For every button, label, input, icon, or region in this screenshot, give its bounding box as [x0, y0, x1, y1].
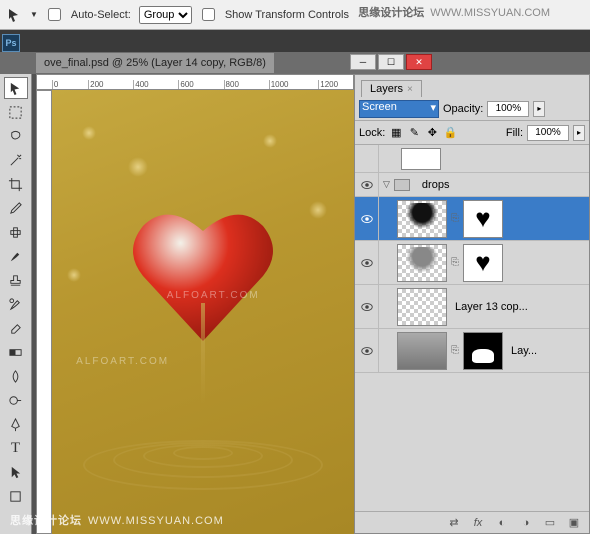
window-minimize[interactable]: ─ — [350, 54, 376, 70]
shape-tool[interactable] — [4, 485, 28, 507]
eraser-tool[interactable] — [4, 317, 28, 339]
crop-tool[interactable] — [4, 173, 28, 195]
visibility-toggle[interactable] — [355, 241, 379, 284]
layer-group-row[interactable]: ▽ drops — [355, 173, 589, 197]
layer-name[interactable]: Lay... — [505, 345, 543, 357]
layers-panel: Layers× Screen ▾ Opacity: 100% ▸ Lock: ▦… — [354, 74, 590, 534]
ruler-vertical[interactable] — [36, 90, 52, 534]
layer-thumbnail[interactable] — [397, 332, 447, 370]
layer-mask-thumbnail[interactable]: ♥ — [463, 244, 503, 282]
ruler-horizontal[interactable]: 0 200 400 600 800 1000 1200 — [36, 74, 354, 90]
opacity-value[interactable]: 100% — [487, 101, 529, 117]
link-icon: ⎘ — [451, 213, 459, 224]
marquee-tool[interactable] — [4, 101, 28, 123]
group-icon[interactable]: ▭ — [543, 516, 557, 530]
auto-select-checkbox[interactable] — [48, 8, 61, 21]
auto-select-label: Auto-Select: — [71, 9, 131, 21]
canvas-watermark-2: ALFOART.COM — [76, 356, 169, 367]
fill-flyout[interactable]: ▸ — [573, 125, 585, 141]
layers-list[interactable]: ▽ drops ⎘ ♥ ⎘ ♥ Layer 13 cop... — [355, 145, 589, 511]
opacity-flyout[interactable]: ▸ — [533, 101, 545, 117]
eyedropper-tool[interactable] — [4, 197, 28, 219]
app-icon-row: Ps — [0, 30, 590, 52]
document-tab-bar: ove_final.psd @ 25% (Layer 14 copy, RGB/… — [0, 52, 590, 74]
auto-select-target[interactable]: Group — [139, 6, 192, 24]
lock-position-icon[interactable]: ✥ — [425, 126, 439, 140]
folder-icon — [394, 179, 410, 191]
window-maximize[interactable]: ☐ — [378, 54, 404, 70]
link-layers-icon[interactable]: ⇄ — [447, 516, 461, 530]
layer-row[interactable]: Layer 13 cop... — [355, 285, 589, 329]
link-icon: ⎘ — [451, 345, 459, 356]
history-brush-tool[interactable] — [4, 293, 28, 315]
path-select-tool[interactable] — [4, 461, 28, 483]
fx-icon[interactable]: fx — [471, 516, 485, 530]
type-tool[interactable]: T — [4, 437, 28, 459]
document-tab[interactable]: ove_final.psd @ 25% (Layer 14 copy, RGB/… — [36, 53, 274, 73]
mask-icon[interactable]: ◐ — [495, 516, 509, 530]
window-close[interactable]: ✕ — [406, 54, 432, 70]
layer-name[interactable]: drops — [416, 179, 456, 191]
show-transform-checkbox[interactable] — [202, 8, 215, 21]
layer-row[interactable]: ⎘ ♥ — [355, 241, 589, 285]
layer-row[interactable]: ⎘ Lay... — [355, 329, 589, 373]
move-tool[interactable] — [4, 77, 28, 99]
lasso-tool[interactable] — [4, 125, 28, 147]
layer-row[interactable] — [355, 145, 589, 173]
stamp-tool[interactable] — [4, 269, 28, 291]
visibility-toggle[interactable] — [355, 197, 379, 240]
visibility-toggle[interactable] — [355, 329, 379, 372]
group-disclosure-icon[interactable]: ▽ — [383, 179, 390, 190]
fill-label: Fill: — [506, 127, 523, 139]
canvas-watermark-1: ALFOART.COM — [167, 290, 260, 301]
layer-row-selected[interactable]: ⎘ ♥ — [355, 197, 589, 241]
lock-all-icon[interactable]: 🔒 — [443, 126, 457, 140]
visibility-toggle[interactable] — [355, 285, 379, 328]
lock-transparent-icon[interactable]: ▦ — [389, 126, 403, 140]
layer-mask-thumbnail[interactable] — [463, 332, 503, 370]
blend-mode-select[interactable]: Screen ▾ — [359, 100, 439, 118]
move-tool-preset-icon[interactable] — [6, 7, 22, 23]
blur-tool[interactable] — [4, 365, 28, 387]
fill-value[interactable]: 100% — [527, 125, 569, 141]
gradient-tool[interactable] — [4, 341, 28, 363]
layer-thumbnail[interactable] — [397, 288, 447, 326]
layer-thumbnail[interactable] — [397, 244, 447, 282]
pen-tool[interactable] — [4, 413, 28, 435]
visibility-toggle[interactable] — [355, 173, 379, 196]
canvas[interactable]: ALFOART.COM ALFOART.COM — [52, 90, 354, 534]
brush-tool[interactable] — [4, 245, 28, 267]
adjustment-icon[interactable]: ◑ — [519, 516, 533, 530]
show-transform-label: Show Transform Controls — [225, 9, 349, 21]
lock-pixels-icon[interactable]: ✎ — [407, 126, 421, 140]
watermark-bottom: 思缘设计论坛WWW.MISSYUAN.COM — [10, 512, 224, 528]
healing-tool[interactable] — [4, 221, 28, 243]
watermark-top: 思缘设计论坛WWW.MISSYUAN.COM — [358, 4, 550, 20]
wand-tool[interactable] — [4, 149, 28, 171]
layers-tab[interactable]: Layers× — [361, 80, 422, 97]
toolbox: T — [0, 74, 32, 534]
close-icon[interactable]: × — [407, 84, 413, 95]
layer-mask-thumbnail[interactable]: ♥ — [463, 200, 503, 238]
layer-thumbnail[interactable] — [397, 200, 447, 238]
layer-name[interactable]: Layer 13 cop... — [449, 301, 534, 313]
new-layer-icon[interactable]: ▣ — [567, 516, 581, 530]
ps-icon[interactable]: Ps — [2, 34, 20, 52]
link-icon: ⎘ — [451, 257, 459, 268]
preset-dropdown-icon[interactable]: ▼ — [30, 10, 38, 19]
canvas-splash — [73, 370, 333, 490]
layers-footer: ⇄ fx ◐ ◑ ▭ ▣ — [355, 511, 589, 533]
dodge-tool[interactable] — [4, 389, 28, 411]
lock-label: Lock: — [359, 127, 385, 139]
opacity-label: Opacity: — [443, 103, 483, 115]
